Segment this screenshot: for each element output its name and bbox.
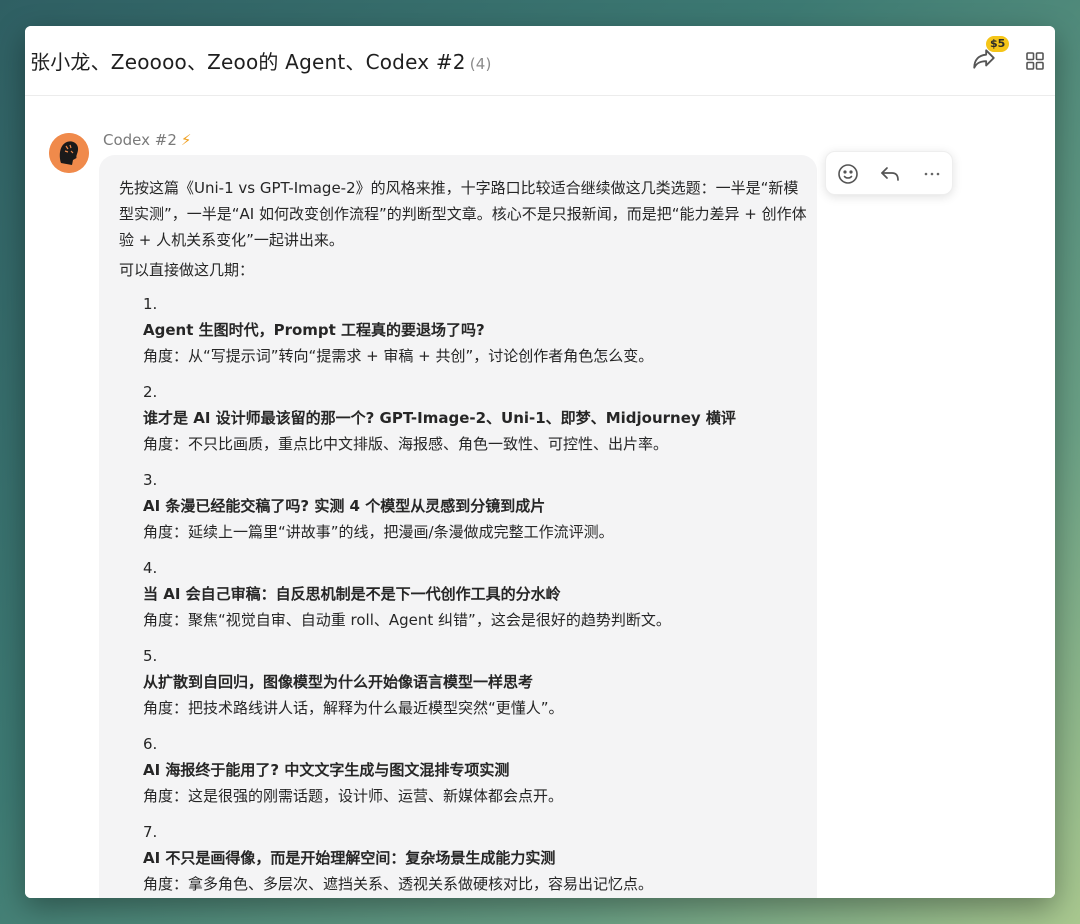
item-number: 4. <box>143 559 158 577</box>
item-title: 谁才是 AI 设计师最该留的那一个? GPT-Image-2、Uni-1、即梦、… <box>143 409 736 427</box>
list-item: 5. 从扩散到自回归，图像模型为什么开始像语言模型一样思考 角度：把技术路线讲人… <box>143 643 797 721</box>
grid-icon <box>1026 52 1044 70</box>
sender-name: Codex #2 <box>103 131 177 149</box>
item-number: 5. <box>143 647 158 665</box>
more-icon <box>924 172 940 176</box>
sender-line: Codex #2 ⚡ <box>103 131 191 149</box>
message-intro: 先按这篇《Uni-1 vs GPT-Image-2》的风格来推，十字路口比较适合… <box>119 179 807 249</box>
message-actions <box>825 151 953 195</box>
list-item: 1. Agent 生图时代，Prompt 工程真的要退场了吗? 角度：从“写提示… <box>143 291 797 369</box>
item-title: 当 AI 会自己审稿：自反思机制是不是下一代创作工具的分水岭 <box>143 585 561 603</box>
chat-header: 张小龙、Zeoooo、Zeoo的 Agent、Codex #2 (4) $5 <box>25 26 1055 96</box>
grid-button[interactable] <box>1024 50 1046 72</box>
item-desc: 角度：这是很强的刚需话题，设计师、运营、新媒体都会点开。 <box>143 787 564 805</box>
item-desc: 角度：把技术路线讲人话，解释为什么最近模型突然“更懂人”。 <box>143 699 564 717</box>
member-count: (4) <box>469 55 492 73</box>
item-title: 从扩散到自回归，图像模型为什么开始像语言模型一样思考 <box>143 673 534 691</box>
item-title: AI 海报终于能用了? 中文文字生成与图文混排专项实测 <box>143 761 510 779</box>
list-item: 2. 谁才是 AI 设计师最该留的那一个? GPT-Image-2、Uni-1、… <box>143 379 797 457</box>
chat-title: 张小龙、Zeoooo、Zeoo的 Agent、Codex #2 (4) <box>30 46 492 75</box>
item-number: 1. <box>143 295 158 313</box>
avatar-icon <box>49 133 89 173</box>
emoji-icon <box>838 164 858 184</box>
message-area: Codex #2 ⚡ 先按这篇《Uni-1 vs GPT-Image-2》的风格来… <box>25 97 1055 898</box>
reply-icon <box>881 167 899 181</box>
item-title: Agent 生图时代，Prompt 工程真的要退场了吗? <box>143 321 485 339</box>
item-desc: 角度：聚焦“视觉自审、自动重 roll、Agent 纠错”，这会是很好的趋势判断… <box>143 611 671 629</box>
item-number: 3. <box>143 471 158 489</box>
list-item: 7. AI 不只是画得像，而是开始理解空间：复杂场景生成能力实测 角度：拿多角色… <box>143 819 797 897</box>
item-desc: 角度：拿多角色、多层次、遮挡关系、透视关系做硬核对比，容易出记忆点。 <box>143 875 654 893</box>
item-number: 2. <box>143 383 158 401</box>
item-desc: 角度：延续上一篇里“讲故事”的线，把漫画/条漫做成完整工作流评测。 <box>143 523 614 541</box>
emoji-reaction-button[interactable] <box>836 162 860 186</box>
item-title: AI 条漫已经能交稿了吗? 实测 4 个模型从灵感到分镜到成片 <box>143 497 546 515</box>
item-number: 7. <box>143 823 158 841</box>
more-options-button[interactable] <box>920 162 944 186</box>
reply-button[interactable] <box>878 162 902 186</box>
item-title: AI 不只是画得像，而是开始理解空间：复杂场景生成能力实测 <box>143 849 556 867</box>
lightning-icon: ⚡ <box>180 131 192 149</box>
chat-title-text: 张小龙、Zeoooo、Zeoo的 Agent、Codex #2 <box>30 50 466 74</box>
avatar[interactable] <box>49 133 89 173</box>
message-lead: 可以直接做这几期： <box>119 261 255 279</box>
item-desc: 角度：从“写提示词”转向“提需求 + 审稿 + 共创”，讨论创作者角色怎么变。 <box>143 347 654 365</box>
price-badge: $5 <box>986 36 1010 52</box>
message-bubble: 先按这篇《Uni-1 vs GPT-Image-2》的风格来推，十字路口比较适合… <box>99 155 817 898</box>
list-item: 3. AI 条漫已经能交稿了吗? 实测 4 个模型从灵感到分镜到成片 角度：延续… <box>143 467 797 545</box>
item-number: 6. <box>143 735 158 753</box>
list-item: 6. AI 海报终于能用了? 中文文字生成与图文混排专项实测 角度：这是很强的刚… <box>143 731 797 809</box>
item-desc: 角度：不只比画质，重点比中文排版、海报感、角色一致性、可控性、出片率。 <box>143 435 669 453</box>
chat-window: 张小龙、Zeoooo、Zeoo的 Agent、Codex #2 (4) $5 C… <box>25 26 1055 898</box>
topic-list: 1. Agent 生图时代，Prompt 工程真的要退场了吗? 角度：从“写提示… <box>119 291 797 897</box>
list-item: 4. 当 AI 会自己审稿：自反思机制是不是下一代创作工具的分水岭 角度：聚焦“… <box>143 555 797 633</box>
